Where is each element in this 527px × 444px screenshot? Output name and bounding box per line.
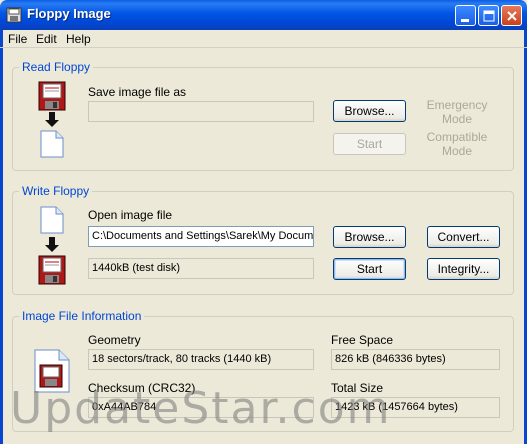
title-bar[interactable]: Floppy Image [0, 0, 527, 30]
close-icon [507, 11, 517, 21]
close-button[interactable] [501, 5, 522, 26]
minimize-icon [461, 19, 469, 22]
write-browse-button[interactable]: Browse... [333, 226, 406, 248]
arrow-down-icon [45, 237, 59, 252]
save-image-field[interactable] [88, 101, 314, 122]
watermark: UpdateStar.com [10, 383, 392, 434]
minimize-button[interactable] [455, 5, 476, 26]
open-image-field[interactable]: C:\Documents and Settings\Sarek\My Docum… [88, 226, 314, 247]
geometry-value: 18 sectors/track, 80 tracks (1440 kB) [88, 349, 314, 370]
document-icon [40, 130, 64, 158]
write-start-button[interactable]: Start [333, 258, 406, 280]
geometry-label: Geometry [88, 333, 141, 347]
menu-help[interactable]: Help [66, 32, 91, 46]
emergency-mode-option[interactable]: Emergency Mode [424, 98, 490, 126]
floppy-disk-icon [38, 255, 66, 285]
disk-info-field: 1440kB (test disk) [88, 258, 314, 279]
menu-file[interactable]: File [8, 32, 27, 46]
read-floppy-title: Read Floppy [19, 60, 94, 74]
floppy-disk-icon [38, 81, 66, 111]
convert-button[interactable]: Convert... [427, 226, 500, 248]
write-floppy-title: Write Floppy [19, 184, 93, 198]
arrow-down-icon [45, 112, 59, 127]
read-browse-button[interactable]: Browse... [333, 100, 406, 122]
window-title: Floppy Image [27, 6, 111, 21]
compatible-mode-option[interactable]: Compatible Mode [424, 130, 490, 158]
maximize-icon [483, 10, 495, 22]
window-frame-left [0, 30, 3, 444]
integrity-button[interactable]: Integrity... [427, 258, 500, 280]
menu-edit[interactable]: Edit [36, 32, 57, 46]
maximize-button[interactable] [478, 5, 499, 26]
save-image-label: Save image file as [88, 85, 187, 99]
document-icon [40, 206, 64, 234]
image-info-title: Image File Information [19, 309, 145, 323]
floppy-app-icon [6, 7, 22, 23]
open-image-label: Open image file [88, 208, 173, 222]
menu-bar: File Edit Help [0, 30, 527, 48]
read-start-button[interactable]: Start [333, 133, 406, 155]
free-space-label: Free Space [331, 333, 394, 347]
free-space-value: 826 kB (846336 bytes) [331, 349, 500, 370]
